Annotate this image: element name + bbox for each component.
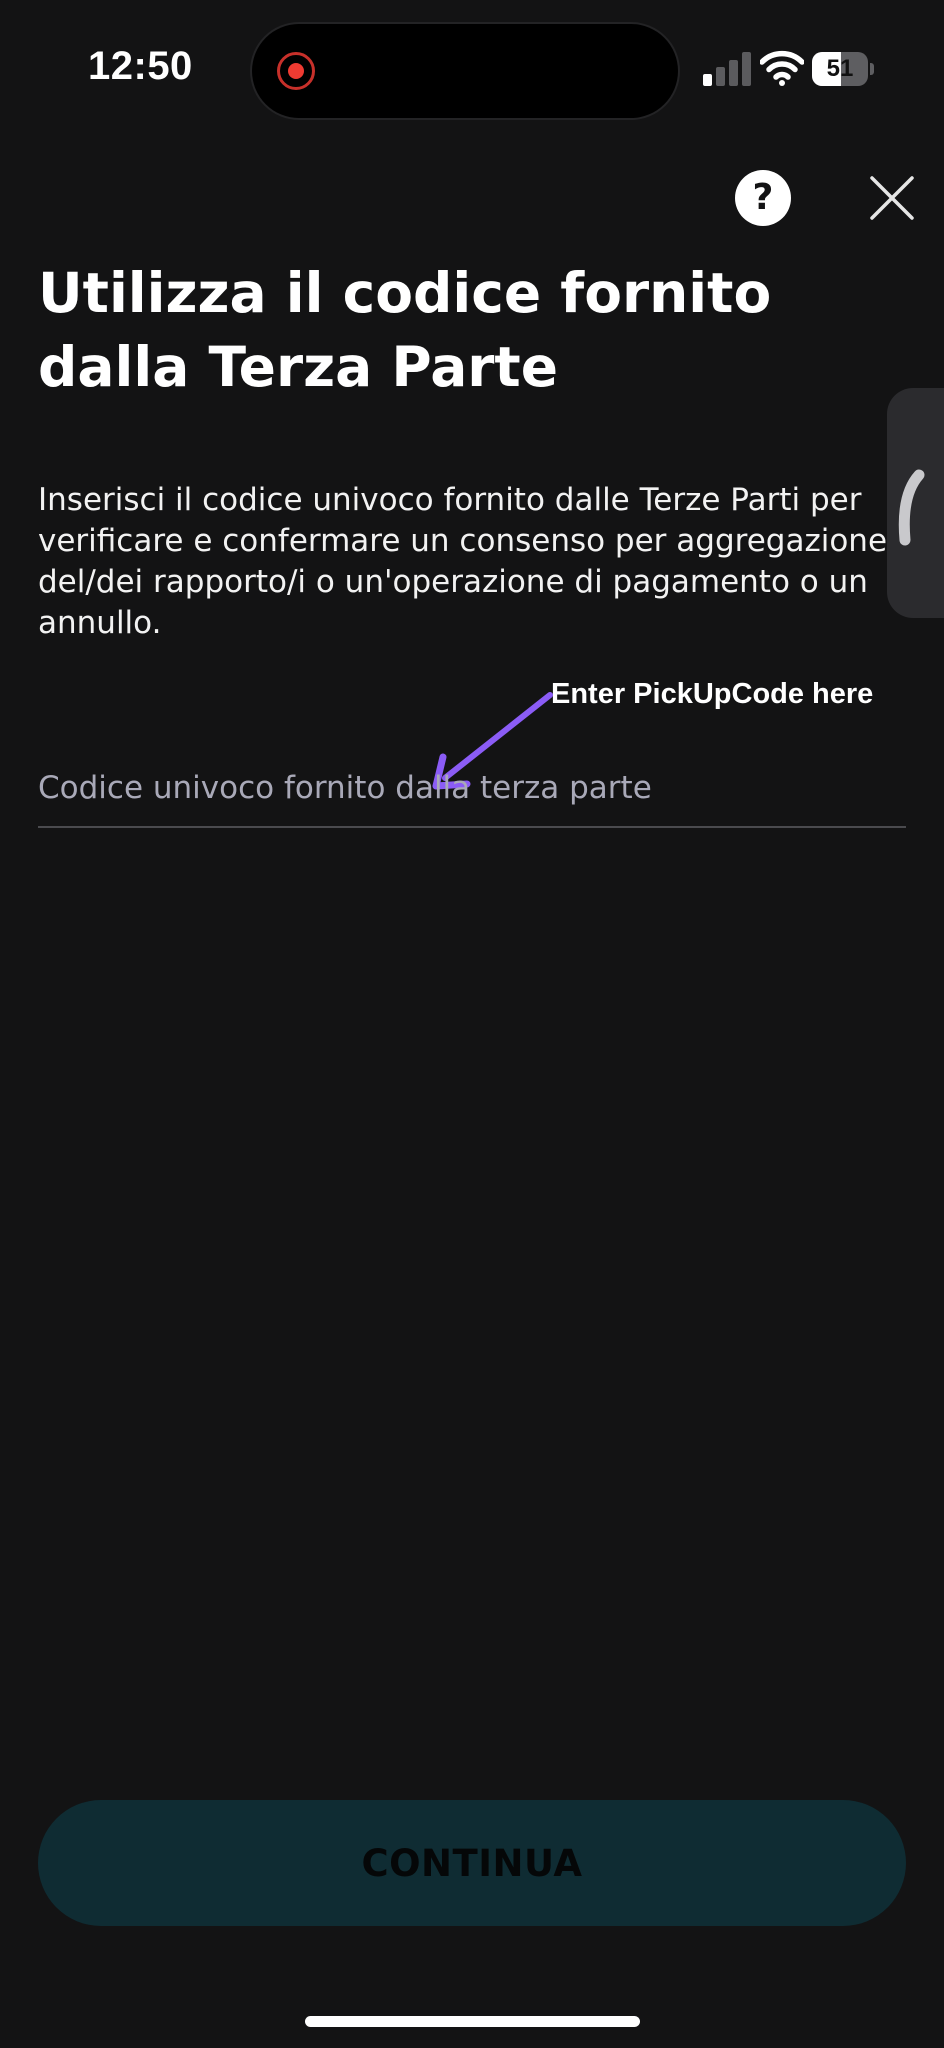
status-bar: 12:50 51	[0, 0, 944, 140]
battery-cap	[870, 63, 874, 75]
battery-indicator: 51	[812, 52, 874, 86]
help-button[interactable]: ?	[735, 170, 791, 226]
battery-icon: 51	[812, 52, 868, 86]
question-icon: ?	[752, 177, 774, 218]
continue-button[interactable]: CONTINUA	[38, 1800, 906, 1926]
annotation-label: Enter PickUpCode here	[551, 678, 874, 710]
third-party-code-input[interactable]	[38, 750, 906, 828]
instructions-text: Inserisci il codice univoco fornito dall…	[38, 482, 888, 641]
battery-percentage: 51	[826, 55, 854, 82]
home-indicator	[305, 2016, 640, 2027]
page-title: Utilizza il codice fornito dalla Terza P…	[38, 261, 772, 399]
cellular-signal-icon	[703, 52, 751, 86]
screen-recording-icon	[277, 52, 315, 90]
status-time: 12:50	[88, 44, 193, 88]
wifi-icon	[760, 50, 804, 86]
dynamic-island	[252, 24, 678, 118]
close-button[interactable]	[866, 172, 918, 224]
close-icon	[870, 176, 914, 220]
